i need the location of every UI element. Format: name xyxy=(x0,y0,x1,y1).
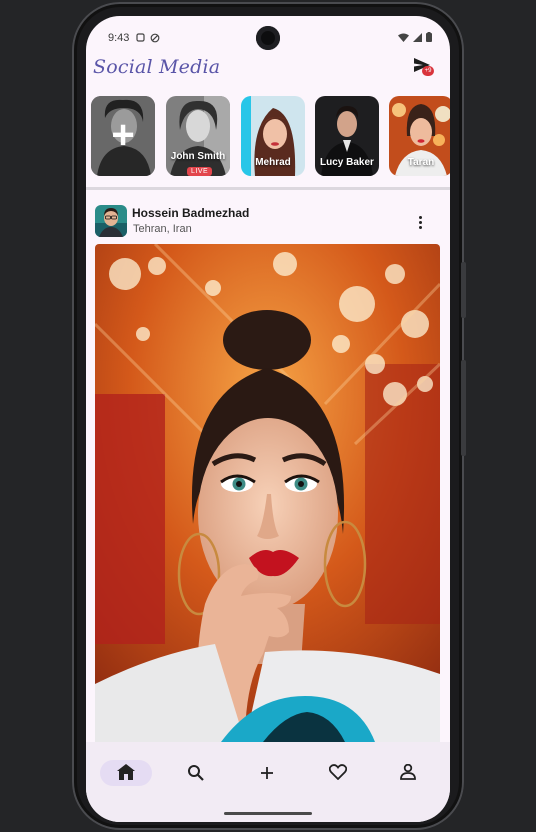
signal-icon xyxy=(413,32,422,42)
status-time: 9:43 xyxy=(108,32,130,44)
sim-icon xyxy=(136,33,146,44)
nav-add[interactable] xyxy=(241,760,293,786)
post-location: Tehran, Iran xyxy=(133,223,192,235)
story-item[interactable]: Mehrad xyxy=(241,96,305,176)
story-name: John Smith xyxy=(170,151,226,162)
messages-badge: +9 xyxy=(422,66,434,76)
post-photo-illustration xyxy=(95,244,440,742)
power-button xyxy=(461,262,466,318)
live-badge: LIVE xyxy=(187,167,213,176)
story-name: Lucy Baker xyxy=(320,157,374,168)
device-stage: 9:43 Social Media +9 + John Smith LIVE M… xyxy=(0,0,536,832)
add-icon xyxy=(261,767,273,779)
home-icon xyxy=(117,764,135,780)
heart-icon xyxy=(329,764,347,780)
status-bar: 9:43 xyxy=(86,16,450,56)
add-story-icon: + xyxy=(111,113,135,157)
stories-row: + John Smith LIVE Mehrad Lucy Baker Tara… xyxy=(91,96,450,178)
nav-home[interactable] xyxy=(100,760,152,786)
volume-button xyxy=(461,360,466,456)
story-item[interactable]: John Smith LIVE xyxy=(166,96,230,176)
nav-profile[interactable] xyxy=(382,760,434,786)
story-item[interactable]: Lucy Baker xyxy=(315,96,379,176)
post-options-button[interactable] xyxy=(416,216,424,236)
gesture-bar xyxy=(224,812,312,815)
app-screen: 9:43 Social Media +9 + John Smith LIVE M… xyxy=(86,16,450,822)
bottom-navigation xyxy=(86,742,450,822)
status-icons xyxy=(398,32,432,42)
search-icon xyxy=(188,765,204,781)
nav-favorites[interactable] xyxy=(312,760,364,786)
section-divider xyxy=(86,187,450,190)
top-app-bar: Social Media +9 xyxy=(86,56,450,96)
app-title: Social Media xyxy=(93,56,221,78)
post-header: Hossein Badmezhad Tehran, Iran xyxy=(86,202,450,242)
dnd-icon xyxy=(150,33,160,45)
more-vert-icon xyxy=(418,216,422,219)
battery-icon xyxy=(426,32,432,42)
story-name: Taran xyxy=(407,157,435,168)
front-camera xyxy=(256,26,280,50)
wifi-icon xyxy=(398,33,409,42)
person-icon xyxy=(400,764,416,780)
story-add[interactable]: + xyxy=(91,96,155,176)
post-author-name[interactable]: Hossein Badmezhad xyxy=(132,206,249,220)
story-item[interactable]: Taran xyxy=(389,96,450,176)
story-name: Mehrad xyxy=(255,157,291,168)
story-image xyxy=(166,96,230,176)
nav-search[interactable] xyxy=(170,760,222,786)
post-image[interactable] xyxy=(95,244,440,742)
author-avatar[interactable] xyxy=(95,205,127,237)
